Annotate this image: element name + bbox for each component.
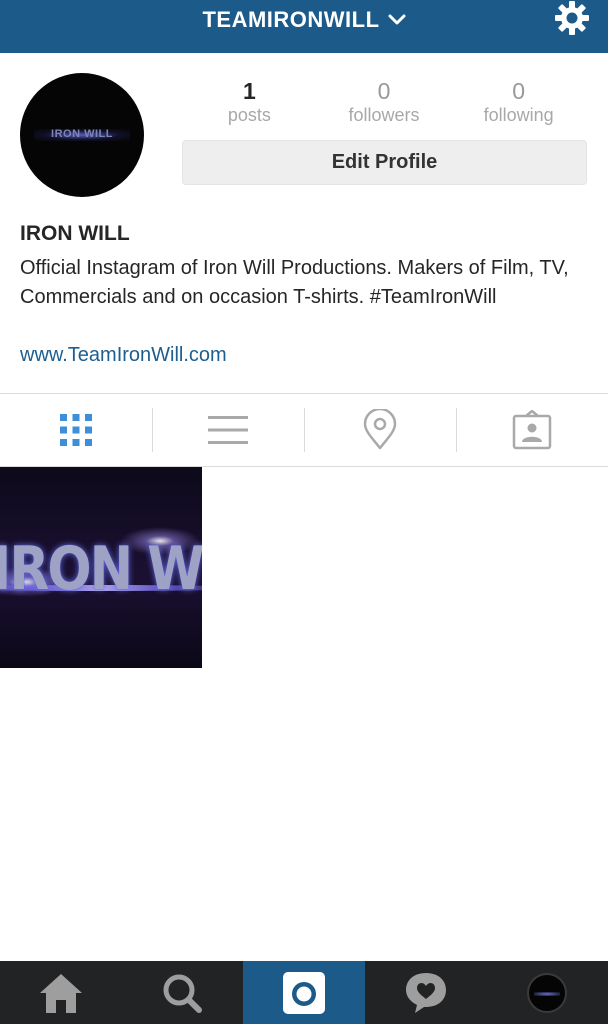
profile-bio: Official Instagram of Iron Will Producti… — [20, 257, 569, 308]
avatar-logo-text: IRON WILL — [51, 128, 113, 140]
grid-icon — [60, 414, 92, 446]
post-title-text: IRON WILL — [0, 535, 202, 604]
gear-icon[interactable] — [554, 0, 590, 36]
top-bar: TEAMIRONWILL — [0, 0, 608, 53]
activity-heart-icon — [405, 972, 446, 1013]
nav-camera[interactable] — [243, 961, 365, 1024]
edit-profile-button[interactable]: Edit Profile — [182, 140, 587, 185]
username-title: TEAMIRONWILL — [202, 7, 380, 32]
tab-list[interactable] — [152, 394, 304, 466]
profile-avatar[interactable]: IRON WILL — [20, 73, 144, 197]
bottom-nav — [0, 961, 608, 1024]
profile-avatar-icon — [527, 972, 568, 1013]
list-icon — [208, 416, 248, 444]
stat-followers-count: 0 — [377, 78, 391, 104]
username-switcher[interactable]: TEAMIRONWILL — [0, 0, 608, 40]
stat-followers[interactable]: 0 followers — [317, 78, 452, 128]
stat-following-label: following — [483, 105, 554, 125]
stat-following-count: 0 — [512, 78, 526, 104]
post-thumbnail[interactable]: IRON WILL — [0, 467, 202, 668]
mini-avatar-glow — [534, 991, 561, 996]
location-pin-icon — [363, 409, 397, 450]
tab-grid[interactable] — [0, 394, 152, 466]
tab-locations[interactable] — [304, 394, 456, 466]
stat-posts-label: posts — [227, 105, 271, 125]
stat-posts[interactable]: 1 posts — [182, 78, 317, 128]
profile-name: IRON WILL — [20, 222, 130, 245]
nav-activity[interactable] — [365, 961, 487, 1024]
stat-following[interactable]: 0 following — [451, 78, 586, 128]
nav-profile[interactable] — [486, 961, 608, 1024]
tab-tagged[interactable] — [456, 394, 608, 466]
stat-posts-count: 1 — [242, 78, 256, 104]
profile-stats: 1 posts 0 followers 0 following — [182, 78, 586, 128]
view-tabs — [0, 393, 608, 467]
nav-home[interactable] — [0, 961, 122, 1024]
nav-search[interactable] — [122, 961, 244, 1024]
home-icon — [39, 973, 82, 1013]
profile-website-link[interactable]: www.TeamIronWill.com — [20, 344, 227, 367]
camera-icon — [282, 971, 325, 1014]
stat-followers-label: followers — [348, 105, 420, 125]
search-icon — [163, 974, 203, 1013]
chevron-down-icon — [388, 14, 406, 25]
tagged-photos-icon — [512, 410, 552, 450]
